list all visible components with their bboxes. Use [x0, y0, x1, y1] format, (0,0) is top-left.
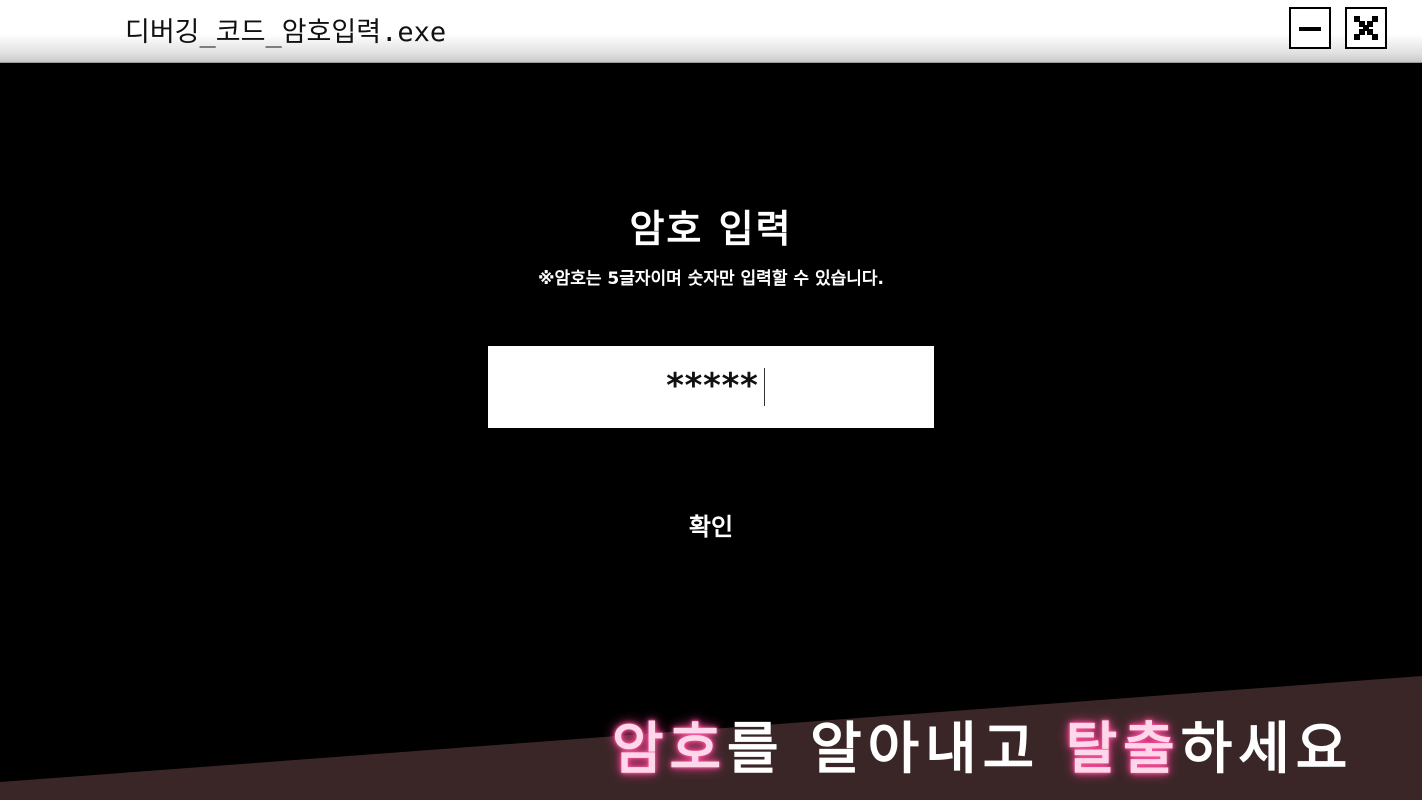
window-title: 디버깅_코드_암호입력.exe [125, 17, 447, 48]
banner-text-end: 하세요 [1180, 716, 1354, 782]
confirm-button[interactable]: 확인 [660, 505, 762, 549]
minimize-icon [1299, 27, 1321, 31]
minimize-button[interactable] [1289, 7, 1331, 49]
banner-text-middle: 를 알아내고 [727, 716, 1066, 782]
password-input[interactable]: ***** [488, 346, 934, 428]
password-hint: ※암호는 5글자이며 숫자만 입력할 수 있습니다. [538, 269, 884, 289]
dialog-heading: 암호 입력 [629, 207, 793, 251]
close-button[interactable] [1345, 7, 1387, 49]
escape-banner-text: 암호를 알아내고 탈출하세요 [612, 704, 1353, 785]
banner-accent-escape: 탈출 [1065, 716, 1181, 782]
close-icon [1354, 16, 1378, 40]
password-masked-value: ***** [664, 366, 759, 406]
banner-accent-password: 암호 [612, 716, 728, 782]
window-titlebar: 디버깅_코드_암호입력.exe [0, 0, 1422, 63]
game-screen: 디버깅_코드_암호입력.exe 암호 입력 ※암호는 5글자이며 숫자만 입력할… [0, 0, 1422, 800]
text-caret [764, 368, 765, 406]
